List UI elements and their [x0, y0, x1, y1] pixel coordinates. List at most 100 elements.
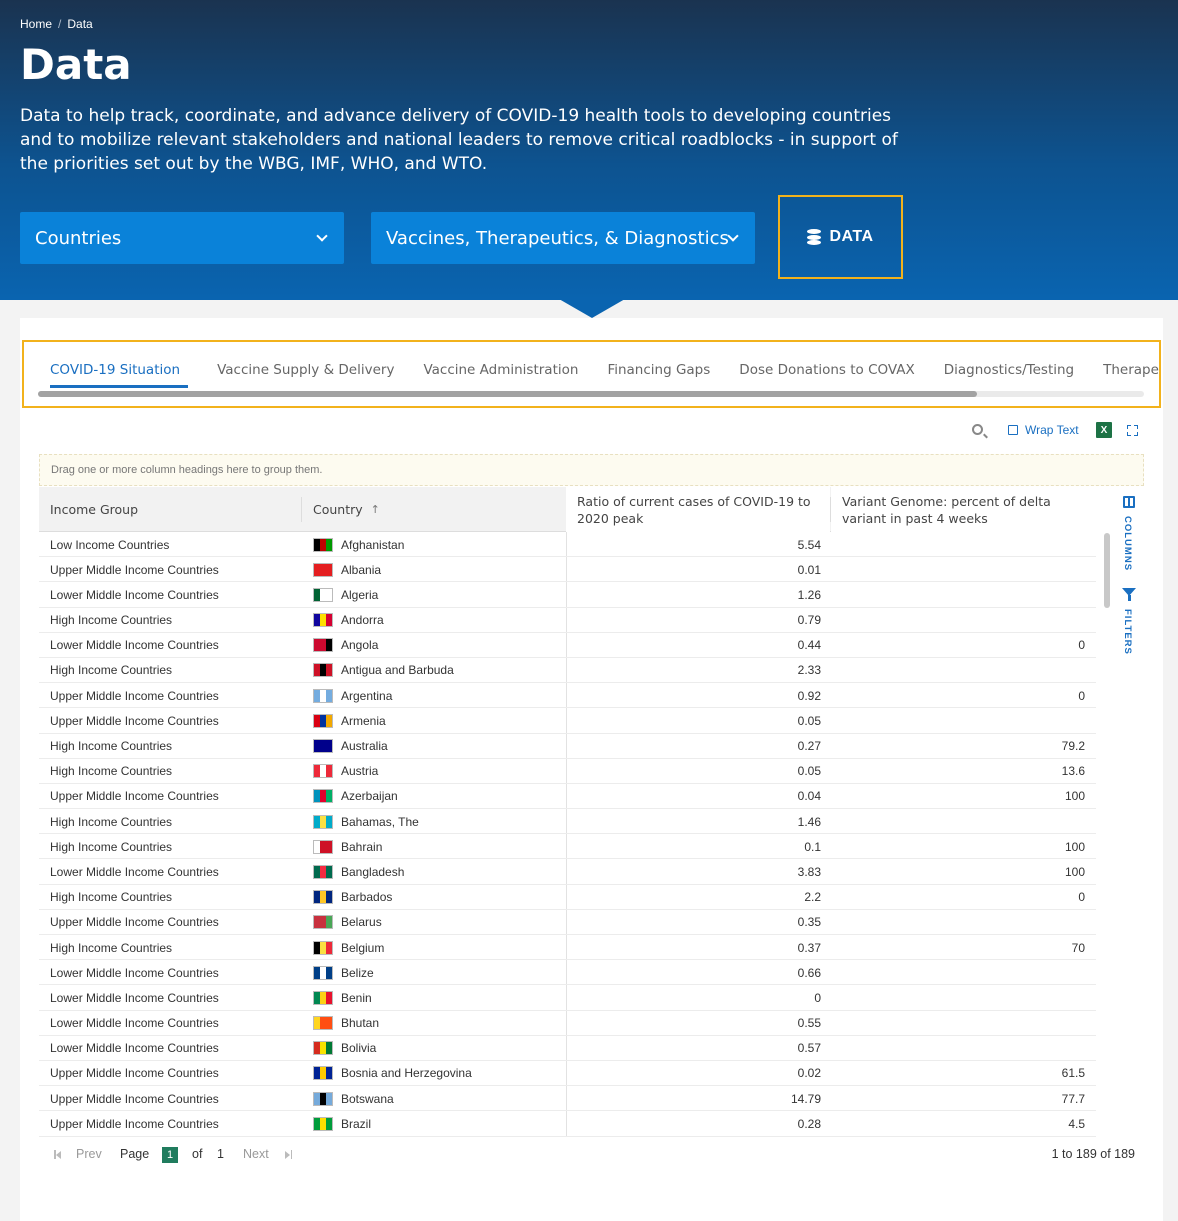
- table-row[interactable]: High Income Countries Andorra 0.79: [39, 608, 1096, 633]
- table-row[interactable]: Upper Middle Income Countries Botswana 14.…: [39, 1086, 1096, 1112]
- country-name: Azerbaijan: [341, 789, 398, 804]
- table-row[interactable]: High Income Countries Australia 0.27 79.2: [39, 734, 1096, 759]
- cell-ratio: 0.05: [797, 713, 821, 728]
- tab-item[interactable]: Financing Gaps: [607, 362, 710, 388]
- cell-ratio: 0.66: [797, 965, 821, 980]
- tab-item[interactable]: Vaccine Administration: [423, 362, 578, 388]
- grid-body: Low Income Countries Afghanistan 5.54 Upper…: [39, 532, 1096, 1137]
- group-by-drop-zone[interactable]: Drag one or more column headings here to…: [39, 454, 1144, 486]
- column-header-label: Variant Genome: percent of delta variant…: [842, 493, 1051, 526]
- cell-ratio: 3.83: [797, 864, 821, 879]
- cell-country: Botswana: [313, 1086, 394, 1111]
- country-name: Bosnia and Herzegovina: [341, 1066, 472, 1081]
- tab-item[interactable]: Diagnostics/Testing: [944, 362, 1074, 388]
- table-row[interactable]: Lower Middle Income Countries Benin 0: [39, 985, 1096, 1011]
- cell-income-group: Lower Middle Income Countries: [50, 990, 219, 1005]
- cell-ratio: 0.35: [797, 915, 821, 930]
- cell-variant: [830, 532, 1085, 557]
- data-grid: Income Group Country ↑ Ratio of current …: [39, 487, 1096, 1137]
- tab-item[interactable]: Vaccine Supply & Delivery: [217, 362, 394, 388]
- table-row[interactable]: Lower Middle Income Countries Bangladesh 3…: [39, 859, 1096, 885]
- cell-country: Brazil: [313, 1111, 371, 1136]
- table-row[interactable]: Upper Middle Income Countries Armenia 0.05: [39, 708, 1096, 734]
- country-flag-icon: [313, 537, 333, 552]
- country-flag-icon: [313, 638, 333, 653]
- cell-ratio: 5.54: [797, 537, 821, 552]
- table-row[interactable]: Lower Middle Income Countries Belize 0.66: [39, 960, 1096, 986]
- column-header-ratio[interactable]: Ratio of current cases of COVID-19 to 20…: [566, 487, 830, 532]
- vaccines-therapeutics-diagnostics-dropdown[interactable]: Vaccines, Therapeutics, & Diagnostics: [371, 212, 755, 264]
- tabs-highlight: COVID-19 Situation Vaccine Supply & Deliv…: [22, 340, 1161, 408]
- table-row[interactable]: Lower Middle Income Countries Bhutan 0.55: [39, 1011, 1096, 1036]
- countries-dropdown[interactable]: Countries: [20, 212, 344, 264]
- cell-country: Bahrain: [313, 834, 382, 859]
- cell-ratio: 2.2: [804, 890, 821, 905]
- column-header-variant[interactable]: Variant Genome: percent of delta variant…: [831, 487, 1096, 532]
- table-row[interactable]: Lower Middle Income Countries Bolivia 0.57: [39, 1036, 1096, 1061]
- cell-country: Andorra: [313, 608, 384, 633]
- country-name: Benin: [341, 990, 372, 1005]
- current-page[interactable]: 1: [162, 1147, 178, 1163]
- filter-icon[interactable]: [1122, 588, 1136, 601]
- table-row[interactable]: High Income Countries Austria 0.05 13.6: [39, 759, 1096, 784]
- table-row[interactable]: Upper Middle Income Countries Bosnia and …: [39, 1061, 1096, 1087]
- table-row[interactable]: Low Income Countries Afghanistan 5.54: [39, 532, 1096, 558]
- columns-icon[interactable]: [1123, 496, 1135, 508]
- search-icon[interactable]: [972, 424, 983, 435]
- table-row[interactable]: Upper Middle Income Countries Azerbaijan 0…: [39, 784, 1096, 810]
- cell-income-group: Upper Middle Income Countries: [50, 713, 219, 728]
- fullscreen-icon[interactable]: [1127, 425, 1138, 436]
- table-row[interactable]: Lower Middle Income Countries Algeria 1.26: [39, 582, 1096, 608]
- cell-income-group: Lower Middle Income Countries: [50, 864, 219, 879]
- cell-country: Bahamas, The: [313, 809, 419, 834]
- column-header-income-group[interactable]: Income Group: [39, 487, 301, 532]
- cell-ratio: 0.04: [797, 789, 821, 804]
- column-header-country[interactable]: Country ↑: [302, 487, 566, 532]
- breadcrumb-home[interactable]: Home: [20, 17, 52, 31]
- table-row[interactable]: Upper Middle Income Countries Brazil 0.28 4…: [39, 1111, 1096, 1137]
- data-button[interactable]: DATA: [786, 203, 895, 271]
- filters-panel-toggle[interactable]: FILTERS: [1122, 609, 1133, 655]
- table-row[interactable]: High Income Countries Bahamas, The 1.46: [39, 809, 1096, 835]
- cell-ratio: 0.28: [797, 1116, 821, 1131]
- tab-item[interactable]: Therapeutics: [1103, 362, 1159, 388]
- cell-variant: [830, 1036, 1085, 1061]
- country-name: Australia: [341, 739, 388, 753]
- next-page-button[interactable]: Next: [243, 1147, 269, 1161]
- tabs-scrollbar-thumb[interactable]: [38, 391, 977, 397]
- database-icon: [807, 229, 822, 245]
- cell-income-group: High Income Countries: [50, 613, 173, 628]
- tab-item[interactable]: COVID-19 Situation: [50, 362, 189, 388]
- cell-country: Belgium: [313, 935, 384, 960]
- country-flag-icon: [313, 915, 333, 930]
- table-row[interactable]: High Income Countries Barbados 2.2 0: [39, 885, 1096, 910]
- cell-variant: 0: [1078, 688, 1085, 703]
- cell-country: Azerbaijan: [313, 784, 398, 809]
- country-flag-icon: [313, 1066, 333, 1081]
- cell-variant: [830, 1011, 1085, 1036]
- table-row[interactable]: Upper Middle Income Countries Albania 0.01: [39, 557, 1096, 583]
- grid-vertical-scrollbar[interactable]: [1104, 533, 1110, 608]
- excel-export-icon[interactable]: X: [1096, 422, 1112, 438]
- country-flag-icon: [313, 688, 333, 703]
- cell-income-group: Upper Middle Income Countries: [50, 915, 219, 930]
- table-row[interactable]: Upper Middle Income Countries Belarus 0.35: [39, 910, 1096, 935]
- wrap-text-checkbox[interactable]: [1008, 425, 1018, 435]
- first-page-icon[interactable]: [54, 1150, 62, 1159]
- column-header-label: Country: [313, 502, 363, 517]
- prev-page-button[interactable]: Prev: [76, 1147, 102, 1161]
- table-row[interactable]: High Income Countries Antigua and Barbuda…: [39, 658, 1096, 684]
- table-row[interactable]: Upper Middle Income Countries Argentina 0.…: [39, 683, 1096, 709]
- tab-item[interactable]: Dose Donations to COVAX: [739, 362, 914, 388]
- wrap-text-label[interactable]: Wrap Text: [1025, 423, 1079, 437]
- table-row[interactable]: High Income Countries Belgium 0.37 70: [39, 935, 1096, 961]
- country-name: Afghanistan: [341, 537, 405, 552]
- columns-panel-toggle[interactable]: COLUMNS: [1122, 516, 1133, 571]
- cell-variant: [830, 809, 1085, 834]
- country-name: Botswana: [341, 1091, 394, 1106]
- table-row[interactable]: Lower Middle Income Countries Angola 0.44 0: [39, 633, 1096, 658]
- table-row[interactable]: High Income Countries Bahrain 0.1 100: [39, 834, 1096, 860]
- cell-income-group: Low Income Countries: [50, 537, 170, 552]
- last-page-icon[interactable]: [284, 1150, 292, 1159]
- country-flag-icon: [313, 1016, 333, 1031]
